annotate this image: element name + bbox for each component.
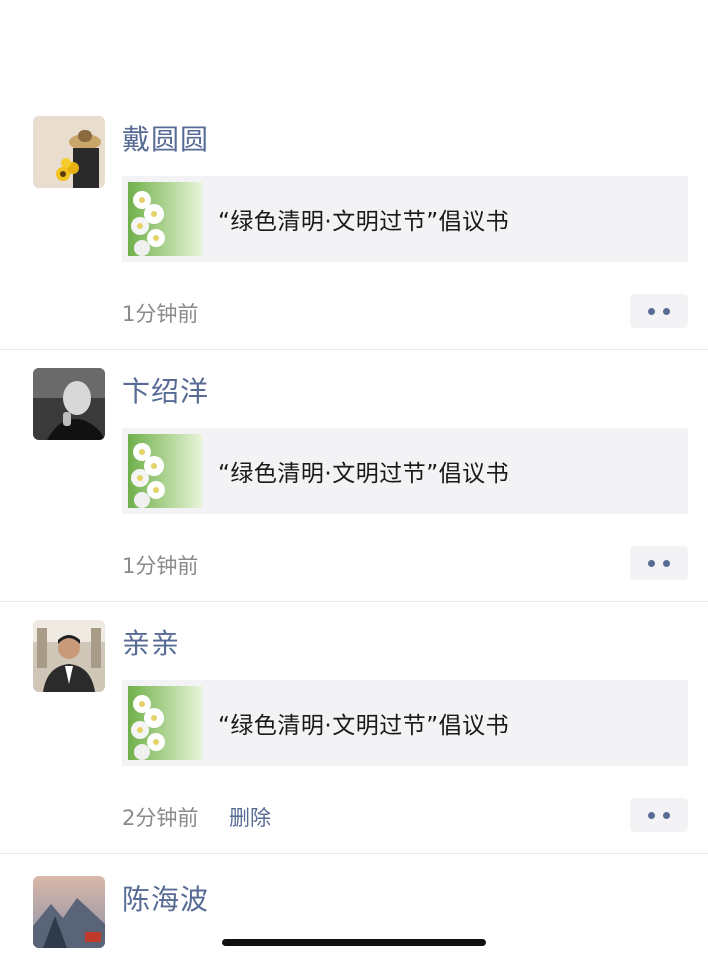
avatar[interactable] [33, 876, 105, 948]
feed-post: 亲亲 “绿色清明·文明过节”倡议书 2分钟前 删除 [0, 602, 708, 854]
more-actions-button[interactable] [630, 294, 688, 328]
dot-icon [663, 307, 670, 315]
avatar-man-suit-icon [33, 620, 105, 692]
avatar[interactable] [33, 620, 105, 692]
avatar[interactable] [33, 116, 105, 188]
dot-icon [663, 559, 670, 567]
author-name[interactable]: 陈海波 [122, 878, 209, 918]
dot-icon [648, 559, 655, 567]
shared-article-card[interactable]: “绿色清明·文明过节”倡议书 [122, 428, 688, 514]
dot-icon [663, 811, 670, 819]
avatar-man-bw-portrait-icon [33, 368, 105, 440]
author-name[interactable]: 戴圆圆 [122, 118, 209, 158]
more-actions-button[interactable] [630, 798, 688, 832]
post-time: 2分钟前 [122, 806, 199, 830]
shared-article-title: “绿色清明·文明过节”倡议书 [218, 209, 510, 235]
shared-article-card[interactable]: “绿色清明·文明过节”倡议书 [122, 176, 688, 262]
article-thumbnail [128, 434, 202, 508]
avatar[interactable] [33, 368, 105, 440]
feed-post: 戴圆圆 “绿色清明·文明过节”倡议书 1分钟前 [0, 98, 708, 350]
author-name[interactable]: 亲亲 [122, 622, 180, 662]
dot-icon [648, 811, 655, 819]
dot-icon [648, 307, 655, 315]
top-bar [0, 0, 708, 98]
more-actions-button[interactable] [630, 546, 688, 580]
home-indicator[interactable] [222, 939, 486, 946]
article-thumbnail [128, 686, 202, 760]
flower-thumbnail-icon [128, 434, 202, 508]
article-thumbnail [128, 182, 202, 256]
shared-article-card[interactable]: “绿色清明·文明过节”倡议书 [122, 680, 688, 766]
post-time: 1分钟前 [122, 554, 199, 578]
delete-link[interactable]: 删除 [229, 802, 271, 832]
avatar-woman-hat-sunflowers-icon [33, 116, 105, 188]
author-name[interactable]: 卞绍洋 [122, 370, 209, 410]
post-time: 1分钟前 [122, 302, 199, 326]
shared-article-title: “绿色清明·文明过节”倡议书 [218, 461, 510, 487]
flower-thumbnail-icon [128, 686, 202, 760]
avatar-landscape-icon [33, 876, 105, 948]
feed-post: 卞绍洋 “绿色清明·文明过节”倡议书 1分钟前 [0, 350, 708, 602]
shared-article-title: “绿色清明·文明过节”倡议书 [218, 713, 510, 739]
flower-thumbnail-icon [128, 182, 202, 256]
